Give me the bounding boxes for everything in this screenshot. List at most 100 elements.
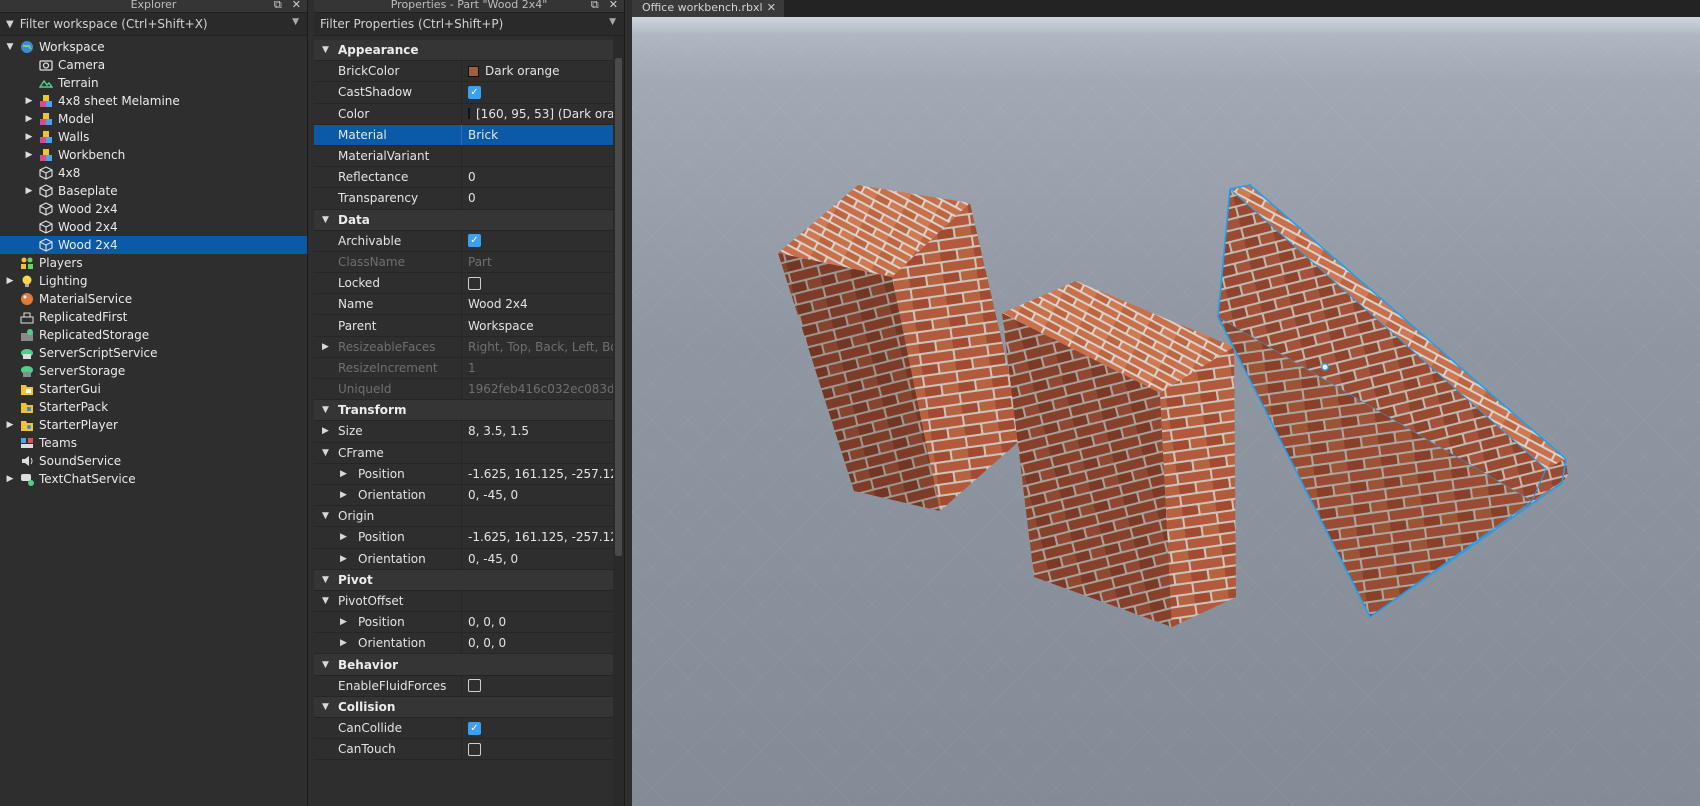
property-checkbox[interactable]: ✓ — [468, 234, 481, 248]
expand-arrow-right-icon[interactable]: ▶ — [340, 554, 347, 564]
brick-part-middle[interactable] — [1002, 281, 1236, 627]
explorer-item[interactable]: Players — [0, 254, 307, 272]
collapse-arrow-icon[interactable]: ▼ — [322, 660, 329, 670]
property-row[interactable]: ▶ Position -1.625, 161.125, -257.125 — [314, 463, 613, 485]
collapse-arrow-icon[interactable]: ▼ — [322, 45, 329, 55]
property-row[interactable]: UniqueId 1962feb416c032ec083d6... — [314, 379, 613, 401]
expand-arrow-right-icon[interactable]: ▶ — [5, 420, 15, 430]
property-value[interactable]: -1.625, 161.125, -257.125 — [462, 464, 613, 484]
property-value[interactable] — [462, 739, 613, 759]
property-row[interactable]: CastShadow ✓ — [314, 82, 613, 104]
explorer-item[interactable]: StarterGui — [0, 380, 307, 398]
chevron-down-icon[interactable]: ▼ — [292, 17, 299, 27]
explorer-item[interactable]: Camera — [0, 56, 307, 74]
expand-arrow-right-icon[interactable]: ▶ — [24, 96, 34, 106]
expand-arrow-right-icon[interactable]: ▶ — [24, 132, 34, 142]
property-row[interactable]: ▶ Orientation 0, -45, 0 — [314, 548, 613, 570]
undock-icon[interactable]: ⧉ — [591, 0, 599, 11]
property-row[interactable]: Archivable ✓ — [314, 230, 613, 252]
close-icon[interactable]: ✕ — [292, 0, 301, 11]
properties-scrollbar[interactable] — [613, 36, 624, 806]
property-row[interactable]: ▼ PivotOffset — [314, 590, 613, 613]
property-value[interactable]: [160, 95, 53] (Dark ora... — [462, 104, 613, 124]
expand-arrow-right-icon[interactable]: ▶ — [5, 276, 15, 286]
property-checkbox[interactable] — [468, 742, 481, 756]
property-value[interactable]: Dark orange — [462, 61, 613, 81]
property-value[interactable]: -1.625, 161.125, -257.125 — [462, 527, 613, 547]
expand-arrow-down-icon[interactable]: ▼ — [5, 42, 15, 52]
property-value[interactable] — [462, 443, 613, 463]
collapse-arrow-icon[interactable]: ▼ — [322, 405, 329, 415]
collapse-arrow-icon[interactable]: ▼ — [322, 215, 329, 225]
property-value[interactable]: 8, 3.5, 1.5 — [462, 421, 613, 441]
expand-arrow-right-icon[interactable]: ▶ — [322, 426, 329, 436]
explorer-item[interactable]: 4x8 — [0, 164, 307, 182]
pivot-point-icon[interactable] — [1321, 363, 1329, 371]
property-row[interactable]: ResizeIncrement 1 — [314, 357, 613, 379]
property-row[interactable]: ▶ Orientation 0, -45, 0 — [314, 484, 613, 507]
close-icon[interactable]: ✕ — [609, 0, 618, 11]
property-row[interactable]: ▶ Size 8, 3.5, 1.5 — [314, 421, 613, 443]
explorer-item[interactable]: Wood 2x4 — [0, 218, 307, 236]
explorer-item[interactable]: SoundService — [0, 452, 307, 470]
property-value[interactable]: Wood 2x4 — [462, 294, 613, 314]
property-row[interactable]: CanTouch — [314, 739, 613, 761]
expand-arrow-right-icon[interactable]: ▶ — [24, 114, 34, 124]
property-row[interactable]: ▶ ResizeableFaces Right, Top, Back, Left, … — [314, 336, 613, 358]
explorer-item[interactable]: ▶ Model — [0, 110, 307, 128]
chevron-down-icon[interactable]: ▼ — [609, 17, 616, 27]
property-category[interactable]: ▼ Data — [314, 209, 613, 231]
brick-part-left[interactable] — [778, 185, 1024, 511]
property-value[interactable]: 0, -45, 0 — [462, 485, 613, 505]
property-row[interactable]: Name Wood 2x4 — [314, 294, 613, 316]
property-row[interactable]: ▶ Orientation 0, 0, 0 — [314, 633, 613, 655]
explorer-item[interactable]: ▶ Baseplate — [0, 182, 307, 200]
property-value[interactable] — [462, 591, 613, 611]
expand-arrow-right-icon[interactable]: ▶ — [340, 638, 347, 648]
explorer-item[interactable]: ▼ Workspace — [0, 38, 307, 56]
property-row[interactable]: Color [160, 95, 53] (Dark ora... — [314, 103, 613, 125]
explorer-item[interactable]: Wood 2x4 — [0, 200, 307, 218]
explorer-item[interactable]: Terrain — [0, 74, 307, 92]
property-category[interactable]: ▼ Appearance — [314, 40, 613, 62]
explorer-item[interactable]: ReplicatedStorage — [0, 326, 307, 344]
explorer-item[interactable]: ▶ Walls — [0, 128, 307, 146]
property-value[interactable]: ✓ — [462, 718, 613, 738]
property-value[interactable]: 0, 0, 0 — [462, 612, 613, 632]
explorer-item[interactable]: Wood 2x4 — [0, 236, 307, 254]
property-row[interactable]: Parent Workspace — [314, 315, 613, 337]
property-row[interactable]: Locked — [314, 273, 613, 295]
property-checkbox[interactable] — [468, 679, 481, 693]
property-row[interactable]: BrickColor Dark orange — [314, 61, 613, 83]
explorer-item[interactable]: MaterialService — [0, 290, 307, 308]
property-row[interactable]: CanCollide ✓ — [314, 718, 613, 740]
expand-arrow-right-icon[interactable]: ▶ — [340, 532, 347, 542]
property-value[interactable]: 0 — [462, 167, 613, 187]
expand-arrow-right-icon[interactable]: ▶ — [5, 474, 15, 484]
explorer-item[interactable]: Teams — [0, 434, 307, 452]
property-value[interactable] — [462, 273, 613, 293]
property-row[interactable]: MaterialVariant — [314, 145, 613, 168]
expand-arrow-down-icon[interactable]: ▼ — [322, 511, 329, 521]
explorer-item[interactable]: ServerScriptService — [0, 344, 307, 362]
property-value[interactable]: 0, 0, 0 — [462, 633, 613, 653]
property-row[interactable]: ▼ Origin — [314, 506, 613, 528]
property-category[interactable]: ▼ Collision — [314, 696, 613, 718]
property-row[interactable]: Material Brick — [314, 124, 613, 146]
expand-arrow-right-icon[interactable]: ▶ — [322, 342, 329, 352]
filter-icon[interactable]: ▼ — [6, 19, 14, 30]
expand-arrow-right-icon[interactable]: ▶ — [340, 490, 347, 500]
collapse-arrow-icon[interactable]: ▼ — [322, 575, 329, 585]
property-value[interactable]: 0, -45, 0 — [462, 549, 613, 569]
expand-arrow-down-icon[interactable]: ▼ — [322, 596, 329, 606]
property-row[interactable]: Reflectance 0 — [314, 167, 613, 189]
explorer-item[interactable]: ▶ Workbench — [0, 146, 307, 164]
explorer-item[interactable]: ServerStorage — [0, 362, 307, 380]
property-value[interactable] — [462, 146, 613, 166]
explorer-item[interactable]: ▶ 4x8 sheet Melamine — [0, 92, 307, 110]
property-value[interactable] — [462, 506, 613, 526]
property-checkbox[interactable]: ✓ — [468, 721, 481, 735]
undock-icon[interactable]: ⧉ — [274, 0, 282, 11]
property-category[interactable]: ▼ Pivot — [314, 569, 613, 591]
color-swatch[interactable] — [468, 65, 479, 77]
